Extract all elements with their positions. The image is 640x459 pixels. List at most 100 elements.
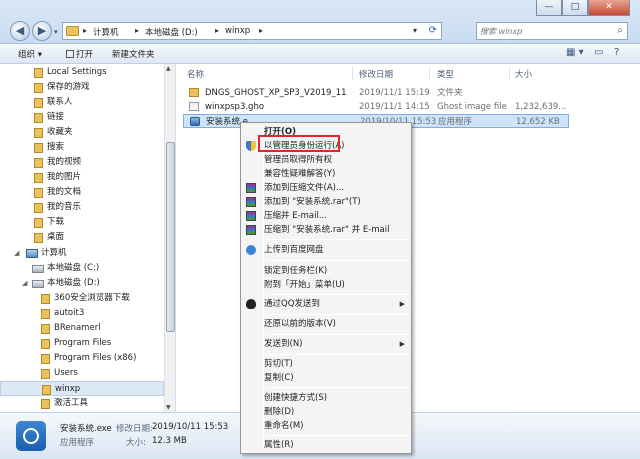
menu-item-compat-troubleshoot[interactable]: 兼容性疑难解答(Y) [241,167,411,181]
breadcrumb-separator[interactable]: ▸ [259,26,263,35]
uac-shield-icon [246,141,256,151]
folder-icon [34,68,43,78]
menu-item-properties[interactable]: 属性(R) [241,438,411,452]
search-box[interactable]: ⌕ [476,22,628,40]
open-button[interactable]: 打开 [66,48,93,60]
scroll-down-icon[interactable]: ▼ [166,404,171,411]
breadcrumb-separator[interactable]: ▸ [135,26,139,35]
nav-item[interactable]: 联系人 [0,95,164,110]
music-icon [34,203,43,213]
expand-icon[interactable]: ◢ [14,246,19,261]
folder-icon [41,309,50,319]
nav-item[interactable]: 下载 [0,215,164,230]
breadcrumb-drive-d[interactable]: 本地磁盘 (D:) [145,26,198,38]
menu-item-qq-send[interactable]: 通过QQ发送到 ▶ [241,297,411,311]
column-divider[interactable] [429,66,430,80]
column-header-date[interactable]: 修改日期 [359,68,393,80]
menu-item-cut[interactable]: 剪切(T) [241,357,411,371]
folder-icon [41,294,50,304]
nav-item-drive-c[interactable]: 本地磁盘 (C:) [0,261,164,276]
breadcrumb-computer[interactable]: 计算机 [93,26,119,38]
nav-item[interactable]: 链接 [0,110,164,125]
nav-item[interactable]: 激活工具 [0,396,164,411]
address-dropdown[interactable]: ▾ [413,26,417,35]
breadcrumb-separator[interactable]: ▸ [215,26,219,35]
menu-separator [265,260,409,261]
qq-penguin-icon [246,299,256,309]
nav-item[interactable]: 保存的游戏 [0,80,164,95]
submenu-arrow-icon: ▶ [399,340,405,348]
menu-item-take-ownership[interactable]: 管理员取得所有权 [241,153,411,167]
winrar-icon [246,211,256,221]
close-button[interactable]: ✕ [588,0,630,16]
nav-item[interactable]: 我的音乐 [0,200,164,215]
view-options-icon[interactable]: ▦ ▾ [566,47,584,58]
menu-item-send-to[interactable]: 发送到(N) ▶ [241,337,411,351]
nav-scrollbar[interactable]: ▲ ▼ [164,64,175,412]
column-divider[interactable] [509,66,510,80]
menu-item-copy[interactable]: 复制(C) [241,371,411,385]
minimize-button[interactable]: — [536,0,562,16]
help-icon[interactable]: ? [614,47,619,58]
menu-item-add-rar[interactable]: 添加到 "安装系统.rar"(T) [241,195,411,209]
folder-icon [66,26,79,36]
maximize-button[interactable]: □ [562,0,588,16]
nav-item[interactable]: 360安全浏览器下载 [0,291,164,306]
nav-item[interactable]: Program Files (x86) [0,351,164,366]
breadcrumb-winxp[interactable]: winxp [225,26,250,36]
nav-item[interactable]: Local Settings [0,65,164,80]
new-folder-button[interactable]: 新建文件夹 [112,48,155,60]
nav-item[interactable]: 收藏夹 [0,125,164,140]
application-icon [16,421,46,451]
open-icon [66,50,74,58]
menu-item-pin-taskbar[interactable]: 锁定到任务栏(K) [241,264,411,278]
expand-icon[interactable]: ◢ [22,276,27,291]
menu-item-compress-email[interactable]: 压缩并 E-mail... [241,209,411,223]
nav-item[interactable]: 我的文档 [0,185,164,200]
search-input[interactable] [480,24,610,38]
organize-button[interactable]: 组织 ▾ [18,48,42,60]
menu-item-restore-versions[interactable]: 还原以前的版本(V) [241,317,411,331]
folder-icon [34,83,43,93]
column-divider[interactable] [352,66,353,80]
nav-item[interactable]: 我的图片 [0,170,164,185]
contacts-icon [34,98,43,108]
nav-item[interactable]: Program Files [0,336,164,351]
videos-icon [34,158,43,168]
nav-item[interactable]: BRenamerl [0,321,164,336]
nav-item-winxp-selected[interactable]: winxp [0,381,164,396]
menu-item-pin-start[interactable]: 附到「开始」菜单(U) [241,278,411,292]
nav-item[interactable]: 我的视频 [0,155,164,170]
column-header-name[interactable]: 名称 [187,68,204,80]
table-row[interactable]: winxpsp3.gho 2019/11/1 14:15 Ghost image… [183,100,569,114]
search-icon[interactable]: ⌕ [617,25,623,36]
column-header-type[interactable]: 类型 [437,68,454,80]
back-button[interactable]: ◀ [10,21,30,41]
nav-item[interactable]: 搜索 [0,140,164,155]
scrollbar-thumb[interactable] [166,142,175,332]
menu-separator [265,334,409,335]
refresh-icon[interactable]: ⟳ [429,25,437,36]
forward-button[interactable]: ▶ [32,21,52,41]
nav-item[interactable]: 桌面 [0,230,164,245]
nav-item-computer[interactable]: ◢ 计算机 [0,246,164,261]
scroll-up-icon[interactable]: ▲ [166,65,171,72]
winrar-icon [246,183,256,193]
address-bar[interactable]: ▸ 计算机 ▸ 本地磁盘 (D:) ▸ winxp ▸ ▾ ⟳ [62,22,442,40]
menu-item-rename[interactable]: 重命名(M) [241,419,411,433]
menu-item-compress-rar-email[interactable]: 压缩到 "安装系统.rar" 并 E-mail [241,223,411,237]
breadcrumb-separator[interactable]: ▸ [83,26,87,35]
column-header-size[interactable]: 大小 [515,68,532,80]
nav-item[interactable]: Users [0,366,164,381]
menu-item-delete[interactable]: 删除(D) [241,405,411,419]
table-row[interactable]: DNGS_GHOST_XP_SP3_V2019_11 2019/11/1 15:… [183,86,569,100]
preview-pane-icon[interactable]: ▭ [594,47,603,58]
menu-item-create-shortcut[interactable]: 创建快捷方式(S) [241,391,411,405]
menu-separator [265,294,409,295]
nav-item[interactable]: autoit3 [0,306,164,321]
recent-pages-dropdown[interactable]: ▾ [54,28,58,36]
nav-item-drive-d[interactable]: ◢ 本地磁盘 (D:) [0,276,164,291]
pictures-icon [34,173,43,183]
menu-item-add-archive[interactable]: 添加到压缩文件(A)... [241,181,411,195]
menu-item-baidu-upload[interactable]: 上传到百度网盘 [241,243,411,257]
